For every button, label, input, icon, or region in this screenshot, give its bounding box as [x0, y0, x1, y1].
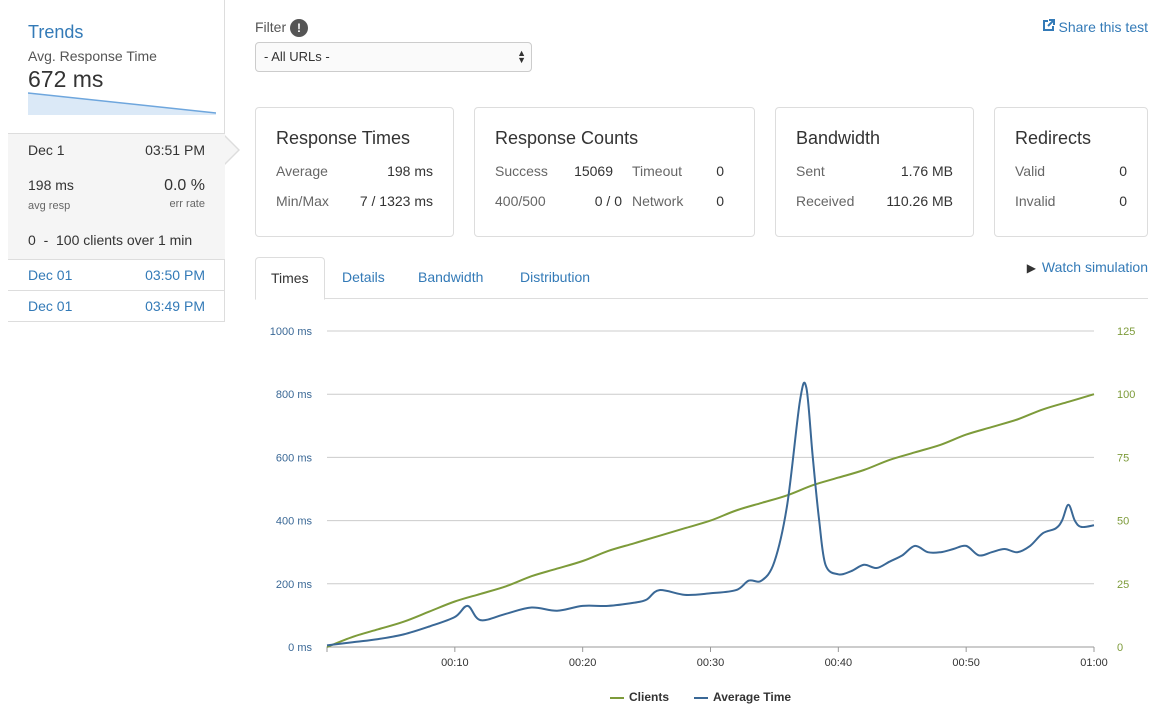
y-right-tick-label: 100 [1117, 389, 1135, 401]
info-icon[interactable]: ! [290, 19, 308, 37]
y-left-tick-label: 400 ms [276, 516, 313, 528]
select-caret-icon: ▲ ▼ [517, 48, 526, 65]
response-time-chart: 0 ms 0 200 ms 25 400 ms 50 600 ms 75 800 ms 100 10… [270, 326, 1136, 669]
x-tick-label: 00:10 [441, 657, 469, 669]
y-right-tick-label: 25 [1117, 579, 1129, 591]
y-left-tick-label: 200 ms [276, 579, 313, 591]
trends-title[interactable]: Trends [28, 22, 83, 43]
redirects-card: Redirects Valid 0 Invalid 0 [994, 107, 1148, 237]
current-run-err-rate: 0.0 % [164, 177, 205, 194]
filter-label: Filter [255, 19, 287, 35]
legend-item-clients[interactable]: Clients [610, 690, 669, 704]
stat-row: Invalid 0 [1015, 193, 1127, 209]
invalid-value: 0 [1119, 193, 1127, 209]
response-times-card: Response Times Average 198 ms Min/Max 7 / … [255, 107, 454, 237]
x-tick-label: 01:00 [1080, 657, 1108, 669]
received-value: 110.26 MB [886, 193, 953, 209]
y-right-tick-label: 125 [1117, 326, 1135, 338]
y-left-tick-label: 600 ms [276, 452, 313, 464]
card-title: Bandwidth [796, 128, 881, 148]
success-value: 15069 [574, 163, 613, 179]
invalid-label: Invalid [1015, 193, 1056, 209]
play-icon: ▶ [1026, 261, 1036, 275]
share-icon [1042, 19, 1055, 31]
stat-row: Sent 1.76 MB [796, 163, 953, 179]
current-run-clients: 0 - 100 clients over 1 min [28, 232, 193, 248]
errors-value: 0 / 0 [594, 193, 622, 209]
y-right-tick-label: 75 [1117, 452, 1129, 464]
share-test-link[interactable]: Share this test [1042, 19, 1149, 35]
x-tick-label: 00:50 [952, 657, 980, 669]
x-tick-label: 00:40 [825, 657, 853, 669]
stat-row: 400/500 0 / 0 [495, 193, 622, 209]
watch-simulation-link[interactable]: ▶ Watch simulation [1027, 259, 1148, 275]
y-right-tick-label: 50 [1117, 516, 1129, 528]
run-time: 03:50 PM [145, 267, 205, 283]
avg-response-value: 672 ms [28, 66, 104, 92]
minmax-label: Min/Max [276, 193, 329, 209]
current-run-time: 03:51 PM [145, 142, 205, 158]
stat-row: Valid 0 [1015, 163, 1127, 179]
timeout-label: Timeout [632, 163, 683, 179]
trend-sparkline [28, 92, 216, 115]
watch-simulation-label: Watch simulation [1041, 259, 1148, 275]
current-run-panel: Dec 1 03:51 PM 198 ms avg resp 0.0 % err… [8, 133, 225, 260]
run-time: 03:49 PM [145, 298, 205, 314]
valid-value: 0 [1119, 163, 1127, 179]
run-history-item[interactable]: Dec 01 03:49 PM [8, 291, 225, 322]
stat-row: Min/Max 7 / 1323 ms [276, 193, 433, 209]
chart-tabs: Times Details Bandwidth Distribution [255, 257, 1148, 300]
average-value: 198 ms [387, 163, 433, 179]
timeout-value: 0 [716, 163, 724, 179]
network-value: 0 [716, 193, 724, 209]
err-rate-label: err rate [169, 198, 205, 210]
valid-label: Valid [1015, 163, 1046, 179]
x-tick-label: 00:20 [569, 657, 597, 669]
trends-sidebar: Trends Avg. Response Time 672 ms Dec 1 0… [8, 0, 240, 322]
run-history-item[interactable]: Dec 01 03:50 PM [8, 260, 225, 291]
average-label: Average [276, 163, 328, 179]
card-title: Response Counts [495, 128, 639, 148]
tab-bandwidth[interactable]: Bandwidth [403, 257, 498, 299]
url-filter-value: - All URLs - [264, 49, 330, 64]
response-counts-card: Response Counts Success 15069 400/500 0 / … [474, 107, 755, 237]
sent-value: 1.76 MB [900, 163, 953, 179]
bandwidth-card: Bandwidth Sent 1.76 MB Received 110.26 MB [775, 107, 974, 237]
network-label: Network [632, 193, 684, 209]
card-title: Response Times [276, 128, 411, 148]
current-run-avg-resp: 198 ms [28, 177, 74, 193]
url-filter-select[interactable]: - All URLs - ▲ ▼ [255, 42, 532, 72]
received-label: Received [796, 193, 855, 209]
run-date: Dec 01 [28, 267, 73, 283]
errors-label: 400/500 [495, 193, 546, 209]
avg-response-label: Avg. Response Time [28, 48, 157, 64]
stat-row: Success 15069 [495, 163, 613, 179]
avg-resp-label: avg resp [28, 200, 71, 212]
success-label: Success [495, 163, 548, 179]
stat-row: Received 110.26 MB [796, 193, 953, 209]
tab-distribution[interactable]: Distribution [505, 257, 605, 299]
legend-item-average-time[interactable]: Average Time [694, 690, 791, 704]
legend-label: Average Time [713, 690, 792, 704]
legend-label: Clients [629, 690, 670, 704]
card-title: Redirects [1015, 128, 1092, 148]
run-date: Dec 01 [28, 298, 73, 314]
x-tick-label: 00:30 [697, 657, 725, 669]
stat-row: Average 198 ms [276, 163, 433, 179]
stat-row: Timeout 0 [632, 163, 724, 179]
current-run-pointer [224, 136, 238, 164]
y-left-tick-label: 1000 ms [270, 326, 313, 338]
share-test-label: Share this test [1058, 19, 1149, 35]
tab-details[interactable]: Details [327, 257, 400, 299]
current-run-date: Dec 1 [28, 142, 65, 158]
minmax-value: 7 / 1323 ms [359, 193, 433, 209]
stat-row: Network 0 [632, 193, 724, 209]
y-right-tick-label: 0 [1117, 642, 1123, 654]
y-left-tick-label: 0 ms [288, 642, 312, 654]
legend-swatch [694, 696, 708, 699]
legend-swatch [610, 696, 624, 699]
y-left-tick-label: 800 ms [276, 389, 313, 401]
sent-label: Sent [796, 163, 825, 179]
tab-times[interactable]: Times [255, 257, 325, 300]
